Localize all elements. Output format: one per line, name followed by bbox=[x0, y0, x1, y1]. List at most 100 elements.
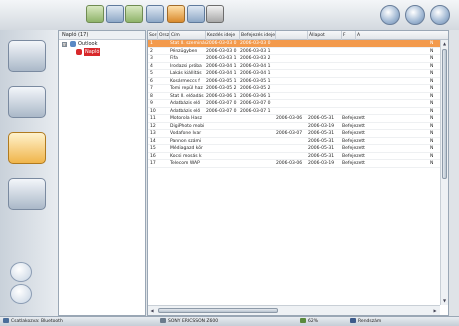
help-icon[interactable] bbox=[430, 5, 450, 25]
print-icon[interactable] bbox=[206, 5, 224, 23]
table-cell-end: 2006-03-04 1 bbox=[240, 71, 271, 76]
table-row[interactable]: 17 Telecom WAP 2006-03-06 2006-03-19 Befejez… bbox=[148, 160, 440, 168]
table-cell-status: Befejezett bbox=[342, 138, 365, 144]
column-header-allapot[interactable]: Állapot bbox=[308, 31, 342, 40]
column-header-extra[interactable] bbox=[276, 31, 308, 40]
grid-rows: 1 Stat II. szeminár 2006-03-03 0 2006-03-03… bbox=[148, 40, 440, 168]
table-row[interactable]: 6 Kosármeccs f 2006-03-05 1 2006-03-05 1 N bbox=[148, 78, 440, 85]
table-row[interactable]: 5 Lakás kiállítás 2006-03-04 1 2006-03-04 1… bbox=[148, 70, 440, 78]
table-row[interactable]: 10 Adatbázis elő 2006-03-07 0 2006-03-07 1 N bbox=[148, 108, 440, 115]
table-cell-p: N bbox=[430, 71, 434, 76]
table-cell-n: 14 bbox=[150, 138, 156, 144]
tree-node-journal[interactable]: Napló bbox=[59, 48, 145, 56]
table-row[interactable]: 8 Stat II. előadás 2006-03-06 1 2006-03-06 … bbox=[148, 93, 440, 100]
messages-icon[interactable] bbox=[146, 5, 164, 23]
table-row[interactable]: 11 Motorola Hasz 2006-03-06 2006-05-31 Befej… bbox=[148, 115, 440, 123]
column-header-cim[interactable]: Cím bbox=[170, 31, 206, 40]
table-cell-end: 2006-03-06 1 bbox=[240, 93, 271, 99]
contacts-icon[interactable] bbox=[106, 5, 124, 23]
table-cell-title: Stat II. szeminár bbox=[170, 41, 206, 46]
table-cell-start: 2006-03-07 0 bbox=[206, 108, 237, 114]
column-header-kezdes[interactable]: Kezdés ideje bbox=[206, 31, 240, 40]
outlook-icon bbox=[70, 41, 76, 47]
battery-status: 62% bbox=[300, 317, 318, 326]
table-row[interactable]: 1 Stat II. szeminár 2006-03-03 0 2006-03-03… bbox=[148, 40, 440, 48]
table-cell-n: 12 bbox=[150, 123, 156, 129]
send-icon[interactable] bbox=[125, 5, 143, 23]
table-cell-end: 2006-03-05 2 bbox=[240, 86, 271, 91]
table-cell-d1: 2006-03-06 bbox=[276, 116, 303, 121]
sync-icon[interactable] bbox=[86, 5, 104, 23]
table-row[interactable]: 9 Adatbázis elő 2006-03-07 0 2006-03-07 0 N bbox=[148, 100, 440, 108]
grid-header: Sors Orsz Cím Kezdés ideje Befejezés ide… bbox=[148, 31, 448, 40]
table-row[interactable]: 14 Pannon számi 2006-05-31 Befejezett N bbox=[148, 138, 440, 145]
vertical-scroll-thumb[interactable] bbox=[442, 49, 447, 179]
vertical-scrollbar[interactable]: ▲ ▼ bbox=[440, 40, 448, 305]
horizontal-scroll-thumb[interactable] bbox=[158, 308, 278, 313]
journal-icon bbox=[76, 49, 82, 55]
table-cell-d2: 2006-05-31 bbox=[308, 138, 335, 144]
disconnect-icon[interactable] bbox=[10, 284, 32, 304]
import-icon[interactable] bbox=[167, 5, 185, 23]
table-row[interactable]: 7 Tomi repül haz 2006-03-05 2 2006-03-05 2N bbox=[148, 85, 440, 93]
table-row[interactable]: 2 Pénzügyben 2006-03-03 0 2006-03-03 1 N bbox=[148, 48, 440, 55]
table-cell-title: Vodafone Ivar bbox=[170, 131, 202, 136]
table-cell-title: Motorola Hasz bbox=[170, 116, 202, 121]
table-row[interactable]: 12 DigiPhoto mobi 2006-03-19 Befejezett N bbox=[148, 123, 440, 130]
expand-toggle[interactable]: ⊟ bbox=[62, 42, 67, 47]
phone-sync-icon[interactable] bbox=[8, 86, 46, 118]
column-header-sors[interactable]: Sors bbox=[148, 31, 158, 40]
table-cell-d2: 2006-05-31 bbox=[308, 116, 335, 121]
signal-status: Rendszám bbox=[350, 317, 381, 326]
sidebar bbox=[0, 30, 58, 316]
table-cell-n: 9 bbox=[150, 101, 153, 106]
table-row[interactable]: 16 Kocsi mosás k 2006-05-31 Befejezett N bbox=[148, 153, 440, 160]
table-cell-title: Telecom WAP bbox=[170, 161, 200, 166]
column-header-f[interactable]: F bbox=[342, 31, 356, 40]
table-cell-start: 2006-03-04 1 bbox=[206, 63, 237, 69]
search-icon[interactable] bbox=[187, 5, 205, 23]
tree-node-label: Napló bbox=[84, 48, 101, 56]
table-cell-n: 10 bbox=[150, 108, 156, 114]
table-cell-end: 2006-03-07 0 bbox=[240, 101, 271, 106]
table-cell-p: N bbox=[430, 78, 434, 84]
table-row[interactable]: 3 Fifa 2006-03-03 1 2006-03-03 2 N bbox=[148, 55, 440, 63]
tree-node-outlook[interactable]: ⊟ Outlook bbox=[59, 40, 145, 48]
table-cell-n: 16 bbox=[150, 153, 156, 159]
phone-icon bbox=[160, 318, 166, 323]
table-cell-end: 2006-03-07 1 bbox=[240, 108, 271, 114]
horizontal-scrollbar[interactable]: ◀ ▶ bbox=[148, 305, 440, 315]
table-row[interactable]: 4 Irodazsi próba 2006-03-04 1 2006-03-04 1 N bbox=[148, 63, 440, 70]
column-header-a[interactable]: A bbox=[356, 31, 440, 40]
contacts-book-icon[interactable] bbox=[8, 40, 46, 72]
settings-icon[interactable] bbox=[405, 5, 425, 25]
table-cell-start: 2006-03-07 0 bbox=[206, 101, 237, 106]
folder-tree: Napló (17) ⊟ Outlook Napló bbox=[58, 30, 146, 316]
connect-icon[interactable] bbox=[10, 262, 32, 282]
messages-icon[interactable] bbox=[8, 132, 46, 164]
scroll-up-icon[interactable]: ▲ bbox=[442, 41, 447, 47]
table-cell-title: Kosármeccs f bbox=[170, 78, 200, 84]
signal-icon bbox=[350, 318, 356, 323]
table-cell-end: 2006-03-05 1 bbox=[240, 78, 271, 84]
scroll-right-icon[interactable]: ▶ bbox=[432, 308, 438, 314]
scroll-down-icon[interactable]: ▼ bbox=[442, 298, 447, 304]
table-cell-d2: 2006-05-31 bbox=[308, 153, 335, 159]
table-cell-title: Pénzügyben bbox=[170, 48, 198, 54]
scroll-left-icon[interactable]: ◀ bbox=[149, 308, 155, 314]
toolbar bbox=[0, 0, 459, 30]
table-cell-title: Irodazsi próba bbox=[170, 63, 202, 69]
column-header-orsz[interactable]: Orsz bbox=[158, 31, 170, 40]
table-cell-p: N bbox=[430, 153, 434, 159]
table-row[interactable]: 15 Médiagazd kör 2006-05-31 Befejezett N bbox=[148, 145, 440, 153]
table-cell-n: 13 bbox=[150, 131, 156, 136]
column-header-befejezes[interactable]: Befejezés ideje bbox=[240, 31, 276, 40]
table-cell-p: N bbox=[430, 48, 434, 54]
table-cell-p: N bbox=[430, 86, 434, 91]
table-cell-n: 6 bbox=[150, 78, 153, 84]
table-cell-d2: 2006-05-31 bbox=[308, 146, 335, 151]
notes-icon[interactable] bbox=[8, 178, 46, 210]
clock-icon[interactable] bbox=[380, 5, 400, 25]
table-row[interactable]: 13 Vodafone Ivar 2006-03-07 2006-05-31 Befej… bbox=[148, 130, 440, 138]
table-cell-p: N bbox=[430, 93, 434, 99]
